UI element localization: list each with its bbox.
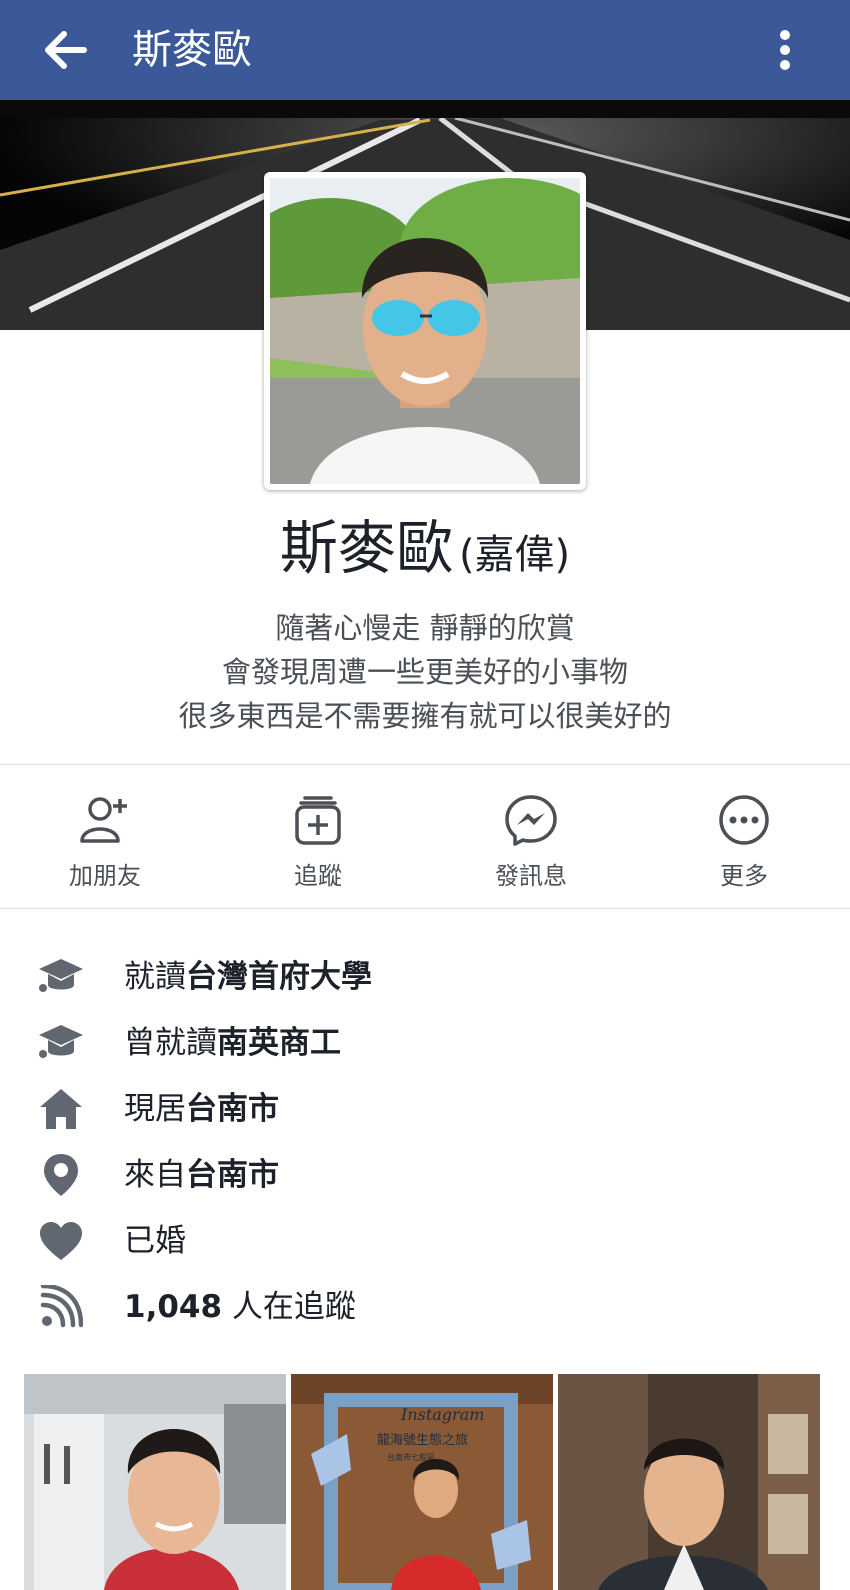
info-text: 就讀台灣首府大學 bbox=[124, 959, 372, 995]
divider bbox=[0, 764, 850, 765]
add-friend-label: 加朋友 bbox=[69, 862, 141, 890]
back-arrow-icon bbox=[45, 31, 87, 69]
info-text: 來自台南市 bbox=[124, 1157, 279, 1193]
info-row-followers[interactable]: 1,048 人在追蹤 bbox=[0, 1274, 850, 1340]
message-label: 發訊息 bbox=[495, 862, 567, 890]
photo-thumbnail[interactable] bbox=[24, 1374, 286, 1590]
profile-name: 斯麥歐 (嘉偉) bbox=[0, 512, 850, 584]
bio-line: 會發現周遭一些更美好的小事物 bbox=[221, 655, 628, 689]
info-row-hometown[interactable]: 來自台南市 bbox=[0, 1142, 850, 1208]
graduation-cap-icon bbox=[39, 1025, 83, 1058]
profile-picture[interactable] bbox=[264, 172, 586, 490]
heart-icon bbox=[40, 1222, 82, 1260]
info-text: 已婚 bbox=[124, 1223, 186, 1259]
follow-button[interactable]: 追蹤 bbox=[233, 792, 403, 892]
more-vertical-icon bbox=[780, 30, 790, 70]
graduation-cap-icon bbox=[39, 959, 83, 992]
add-friend-icon bbox=[80, 797, 127, 843]
home-icon bbox=[40, 1089, 82, 1129]
messenger-icon bbox=[505, 795, 557, 846]
bio-line: 很多東西是不需要擁有就可以很美好的 bbox=[178, 699, 672, 733]
message-button[interactable]: 發訊息 bbox=[446, 792, 616, 892]
photo-thumbnail[interactable] bbox=[558, 1374, 820, 1590]
page-title: 斯麥歐 bbox=[132, 27, 252, 73]
profile-actions: 加朋友 追蹤 發訊息 更多 bbox=[0, 770, 850, 906]
info-row-relationship[interactable]: 已婚 bbox=[0, 1208, 850, 1274]
follow-label: 追蹤 bbox=[294, 862, 342, 890]
info-text: 1,048 人在追蹤 bbox=[124, 1289, 356, 1325]
info-text: 曾就讀南英商工 bbox=[124, 1025, 341, 1061]
add-friend-button[interactable]: 加朋友 bbox=[20, 792, 190, 892]
profile-name-main: 斯麥歐 bbox=[279, 514, 454, 582]
photo-thumbnail[interactable]: Instagram 龍海號生態之旅 台南市七股區 bbox=[291, 1374, 553, 1590]
profile-alternate-name: (嘉偉) bbox=[458, 532, 571, 578]
info-row-current-city[interactable]: 現居台南市 bbox=[0, 1076, 850, 1142]
photo-grid: Instagram 龍海號生態之旅 台南市七股區 bbox=[24, 1374, 828, 1590]
back-button[interactable] bbox=[38, 22, 94, 78]
more-horizontal-icon bbox=[719, 795, 769, 845]
bio-line: 隨著心慢走 靜靜的欣賞 bbox=[275, 611, 575, 645]
sign-title-text: 龍海號生態之旅 bbox=[377, 1432, 468, 1448]
profile-bio: 隨著心慢走 靜靜的欣賞 會發現周遭一些更美好的小事物 很多東西是不需要擁有就可以… bbox=[0, 606, 850, 738]
info-row-education[interactable]: 就讀台灣首府大學 bbox=[0, 944, 850, 1010]
info-text: 現居台南市 bbox=[124, 1091, 279, 1127]
more-label: 更多 bbox=[720, 862, 768, 890]
followers-rss-icon bbox=[40, 1285, 83, 1328]
location-pin-icon bbox=[44, 1154, 78, 1196]
more-button[interactable]: 更多 bbox=[659, 792, 829, 892]
overflow-menu-button[interactable] bbox=[760, 20, 810, 80]
divider bbox=[0, 908, 850, 909]
follow-icon bbox=[295, 796, 341, 845]
sign-brand-text: Instagram bbox=[400, 1405, 484, 1424]
info-row-past-education[interactable]: 曾就讀南英商工 bbox=[0, 1010, 850, 1076]
top-app-bar: 斯麥歐 bbox=[0, 0, 850, 100]
